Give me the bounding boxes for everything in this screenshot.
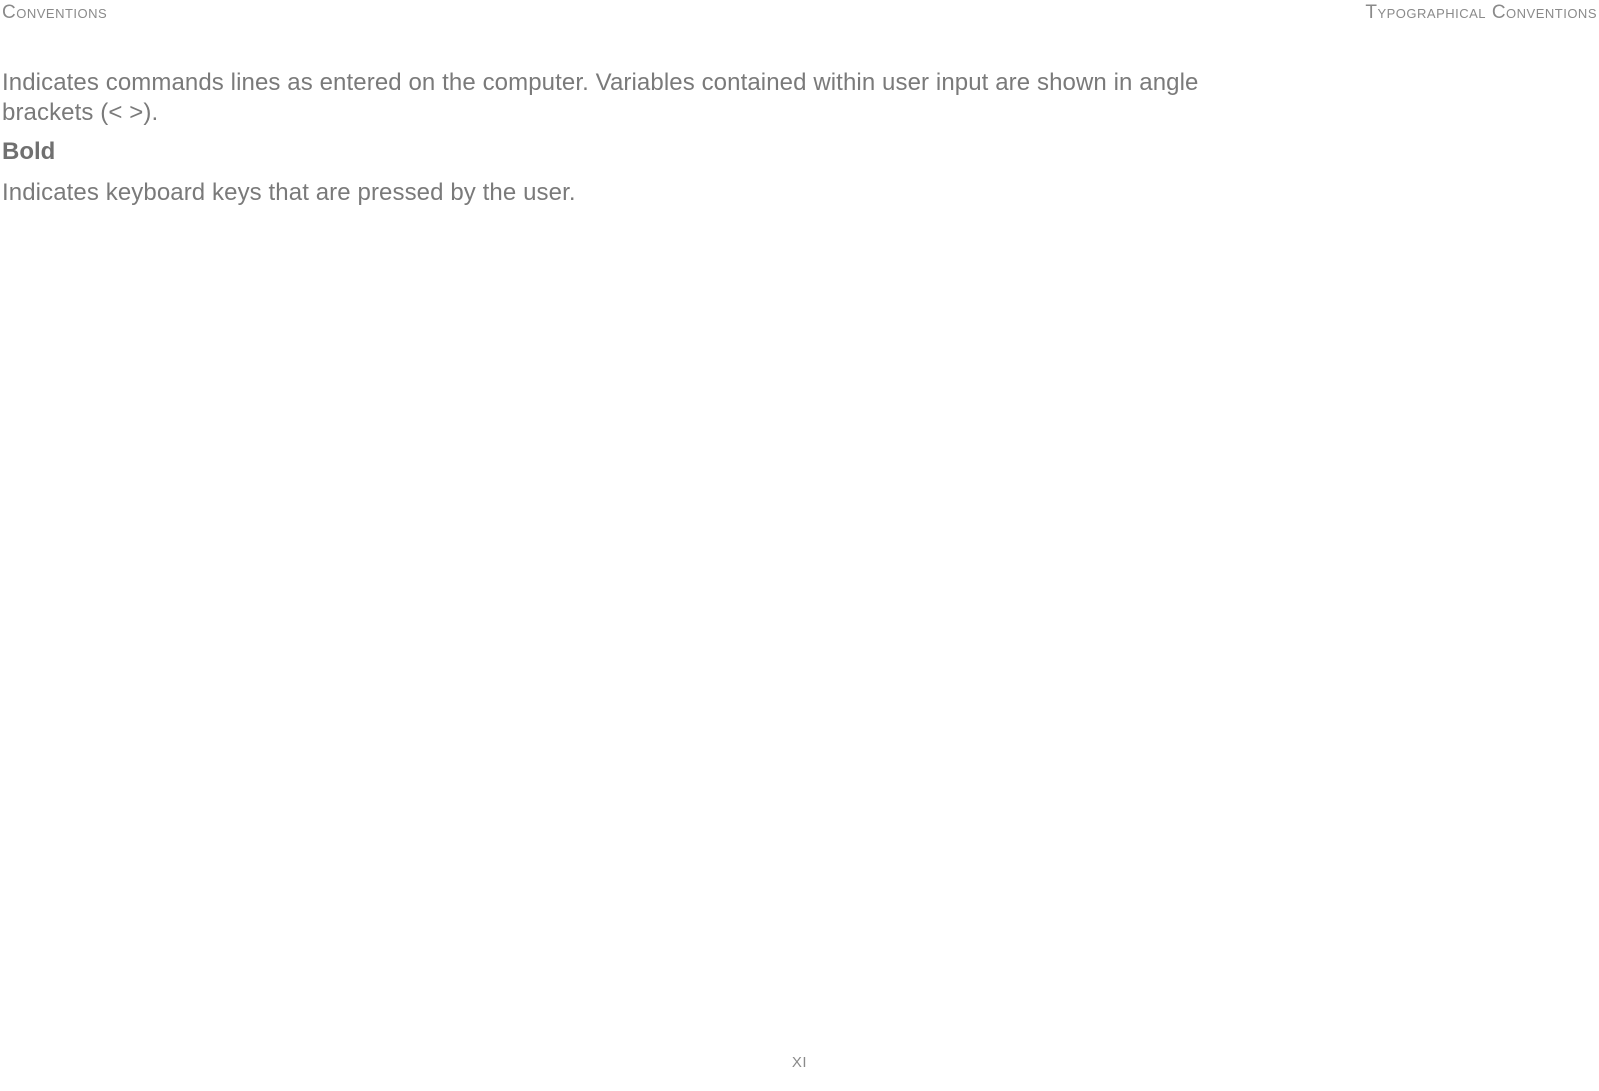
page-header: Conventions Typographical Conventions — [0, 0, 1599, 24]
bold-heading-label: Bold — [2, 138, 1590, 166]
header-left-label: Conventions — [2, 2, 107, 24]
header-right-label: Typographical Conventions — [1365, 2, 1597, 24]
paragraph-commands-description: Indicates commands lines as entered on t… — [2, 68, 1202, 128]
page-number: XI — [792, 1054, 807, 1071]
paragraph-bold-description: Indicates keyboard keys that are pressed… — [2, 178, 1590, 208]
page-content: Indicates commands lines as entered on t… — [0, 24, 1590, 209]
